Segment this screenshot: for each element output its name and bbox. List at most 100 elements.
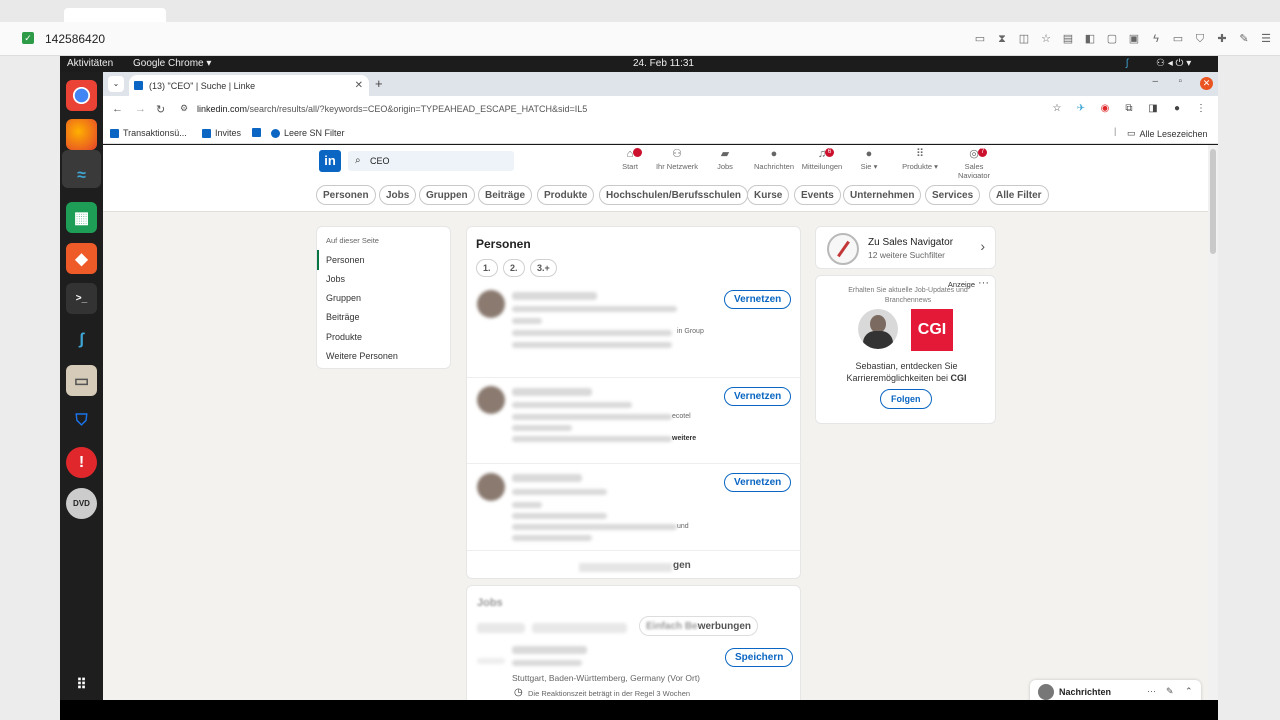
tab-close-icon[interactable]: ✕: [355, 80, 363, 91]
maximize-icon[interactable]: ▫: [1178, 76, 1182, 87]
app-grid-icon[interactable]: ⠿: [66, 669, 97, 700]
activities-button[interactable]: Aktivitäten: [67, 58, 113, 69]
bird-app-icon[interactable]: ≈: [66, 160, 97, 191]
extensions-icon[interactable]: ⧉: [1122, 102, 1136, 116]
degree-2[interactable]: 2.: [503, 259, 525, 277]
bolt-icon[interactable]: ϟ: [1148, 31, 1164, 47]
more-icon[interactable]: ···: [978, 277, 989, 289]
nav-notifications[interactable]: ♫ Mitteilungen 6: [799, 148, 845, 171]
bookmark-star-icon[interactable]: ☆: [1050, 102, 1064, 116]
more-icon[interactable]: ···: [1147, 686, 1156, 696]
nav-products[interactable]: ⠿ Produkte ▾: [900, 148, 940, 171]
nav-jobs[interactable]: ▰ Jobs: [713, 148, 737, 171]
chrome-tab[interactable]: (13) "CEO" | Suche | Linke ✕: [129, 75, 369, 96]
messaging-bar[interactable]: Nachrichten ··· ✎ ⌃: [1030, 680, 1201, 700]
puzzle-icon[interactable]: ✚: [1214, 31, 1230, 47]
page-scrollbar[interactable]: [1208, 145, 1218, 700]
filter-events[interactable]: Events: [794, 185, 841, 205]
monitor-icon[interactable]: ▢: [1104, 31, 1120, 47]
left-nav-produkte[interactable]: Produkte: [326, 332, 362, 342]
job-title[interactable]: [512, 646, 587, 654]
chat-icon[interactable]: ▣: [1126, 31, 1142, 47]
search-input[interactable]: ⌕ CEO: [348, 151, 514, 171]
nav-start[interactable]: ⌂ Start: [618, 148, 642, 171]
hourglass-icon[interactable]: ⧗: [994, 31, 1010, 47]
left-nav-jobs[interactable]: Jobs: [326, 274, 345, 284]
chrome-menu-icon[interactable]: ⋮: [1194, 102, 1208, 116]
reader-icon[interactable]: ◧: [1082, 31, 1098, 47]
jobs-pill[interactable]: [532, 623, 627, 633]
nav-me[interactable]: ● Sie ▾: [857, 148, 881, 171]
window-close-icon[interactable]: ✕: [1200, 77, 1213, 90]
sidepanel-icon[interactable]: ◨: [1146, 102, 1160, 116]
person-avatar[interactable]: [477, 290, 505, 318]
star-icon[interactable]: ☆: [1038, 31, 1054, 47]
card-icon[interactable]: ▭: [1170, 31, 1186, 47]
degree-3[interactable]: 3.+: [530, 259, 557, 277]
see-all-link[interactable]: gen: [673, 560, 691, 571]
firefox-icon[interactable]: [66, 119, 97, 150]
connect-button[interactable]: Vernetzen: [724, 473, 792, 492]
sales-navigator-card[interactable]: Zu Sales Navigator 12 weitere Suchfilter…: [815, 226, 996, 269]
dvd-icon[interactable]: DVD: [66, 488, 97, 519]
back-icon[interactable]: ←: [112, 103, 123, 115]
filter-produkte[interactable]: Produkte: [537, 185, 595, 205]
person-name[interactable]: [512, 474, 582, 482]
site-info-icon[interactable]: ⚙: [180, 103, 188, 114]
jobs-pill[interactable]: [477, 623, 525, 633]
network-status-icon[interactable]: ⚇ ◂ ⏻ ▾: [1156, 58, 1191, 69]
forward-icon[interactable]: →: [135, 103, 146, 115]
connect-button[interactable]: Vernetzen: [724, 290, 792, 309]
terminal-icon[interactable]: >_: [66, 283, 97, 314]
tab-search-chevron-icon[interactable]: ⌄: [108, 76, 124, 92]
bookmark-item[interactable]: Transaktionsü...: [110, 128, 187, 138]
person-avatar[interactable]: [477, 473, 505, 501]
outer-tab[interactable]: [64, 8, 166, 22]
linkedin-logo-icon[interactable]: in: [319, 150, 341, 172]
jobs-pill-easy-apply[interactable]: Einfach Bewerbungen: [639, 616, 759, 636]
filter-kurse[interactable]: Kurse: [747, 185, 790, 205]
filter-alle[interactable]: Alle Filter: [989, 185, 1049, 205]
ext1-icon[interactable]: ✈: [1074, 102, 1088, 116]
left-nav-beitraege[interactable]: Beiträge: [326, 312, 360, 322]
filter-services[interactable]: Services: [925, 185, 981, 205]
save-button[interactable]: Speichern: [725, 648, 794, 667]
reload-icon[interactable]: ↻: [156, 103, 165, 116]
nav-sales-navigator[interactable]: ◎ Sales Navigator 7: [948, 148, 1000, 180]
filter-jobs[interactable]: Jobs: [379, 185, 417, 205]
filter-hochschulen[interactable]: Hochschulen/Berufsschulen: [599, 185, 749, 205]
compose-icon[interactable]: ✎: [1166, 686, 1174, 697]
chrome-icon[interactable]: [66, 80, 97, 111]
sync-app-icon[interactable]: ʃ: [66, 324, 97, 355]
chevron-up-icon[interactable]: ⌃: [1185, 686, 1193, 697]
spreadsheet-icon[interactable]: ▦: [66, 202, 97, 233]
screen-icon[interactable]: ▭: [972, 31, 988, 47]
nav-network[interactable]: ⚇ Ihr Netzwerk: [653, 148, 701, 171]
menu-icon[interactable]: ☰: [1258, 31, 1274, 47]
filter-gruppen[interactable]: Gruppen: [419, 185, 475, 205]
nav-messages[interactable]: ● Nachrichten: [752, 148, 796, 171]
filter-personen[interactable]: Personen: [316, 185, 376, 205]
bookmark-item[interactable]: [252, 128, 261, 137]
connect-button[interactable]: Vernetzen: [724, 387, 792, 406]
person-name[interactable]: [512, 292, 597, 300]
url-field[interactable]: linkedin.com/search/results/all/?keyword…: [197, 104, 587, 114]
degree-1[interactable]: 1.: [476, 259, 498, 277]
shield-icon[interactable]: ⛉: [1192, 31, 1208, 47]
scrollbar-thumb[interactable]: [1210, 149, 1216, 254]
files-icon[interactable]: ▭: [66, 365, 97, 396]
ext2-icon[interactable]: ◉: [1098, 102, 1112, 116]
pen-icon[interactable]: ✎: [1236, 31, 1252, 47]
app-menu[interactable]: Google Chrome ▾: [133, 58, 211, 69]
left-nav-weitere[interactable]: Weitere Personen: [326, 351, 398, 361]
minimize-icon[interactable]: –: [1152, 76, 1158, 87]
left-nav-personen[interactable]: Personen: [326, 255, 365, 265]
db-icon[interactable]: ◫: [1016, 31, 1032, 47]
new-tab-icon[interactable]: +: [375, 76, 383, 91]
pdf-icon[interactable]: ▤: [1060, 31, 1076, 47]
bookmark-item[interactable]: Leere SN Filter: [271, 128, 345, 138]
security-shield-icon[interactable]: ⛉: [66, 405, 97, 436]
filter-beitraege[interactable]: Beiträge: [478, 185, 533, 205]
person-avatar[interactable]: [477, 386, 505, 414]
anydesk-icon[interactable]: ◆: [66, 243, 97, 274]
